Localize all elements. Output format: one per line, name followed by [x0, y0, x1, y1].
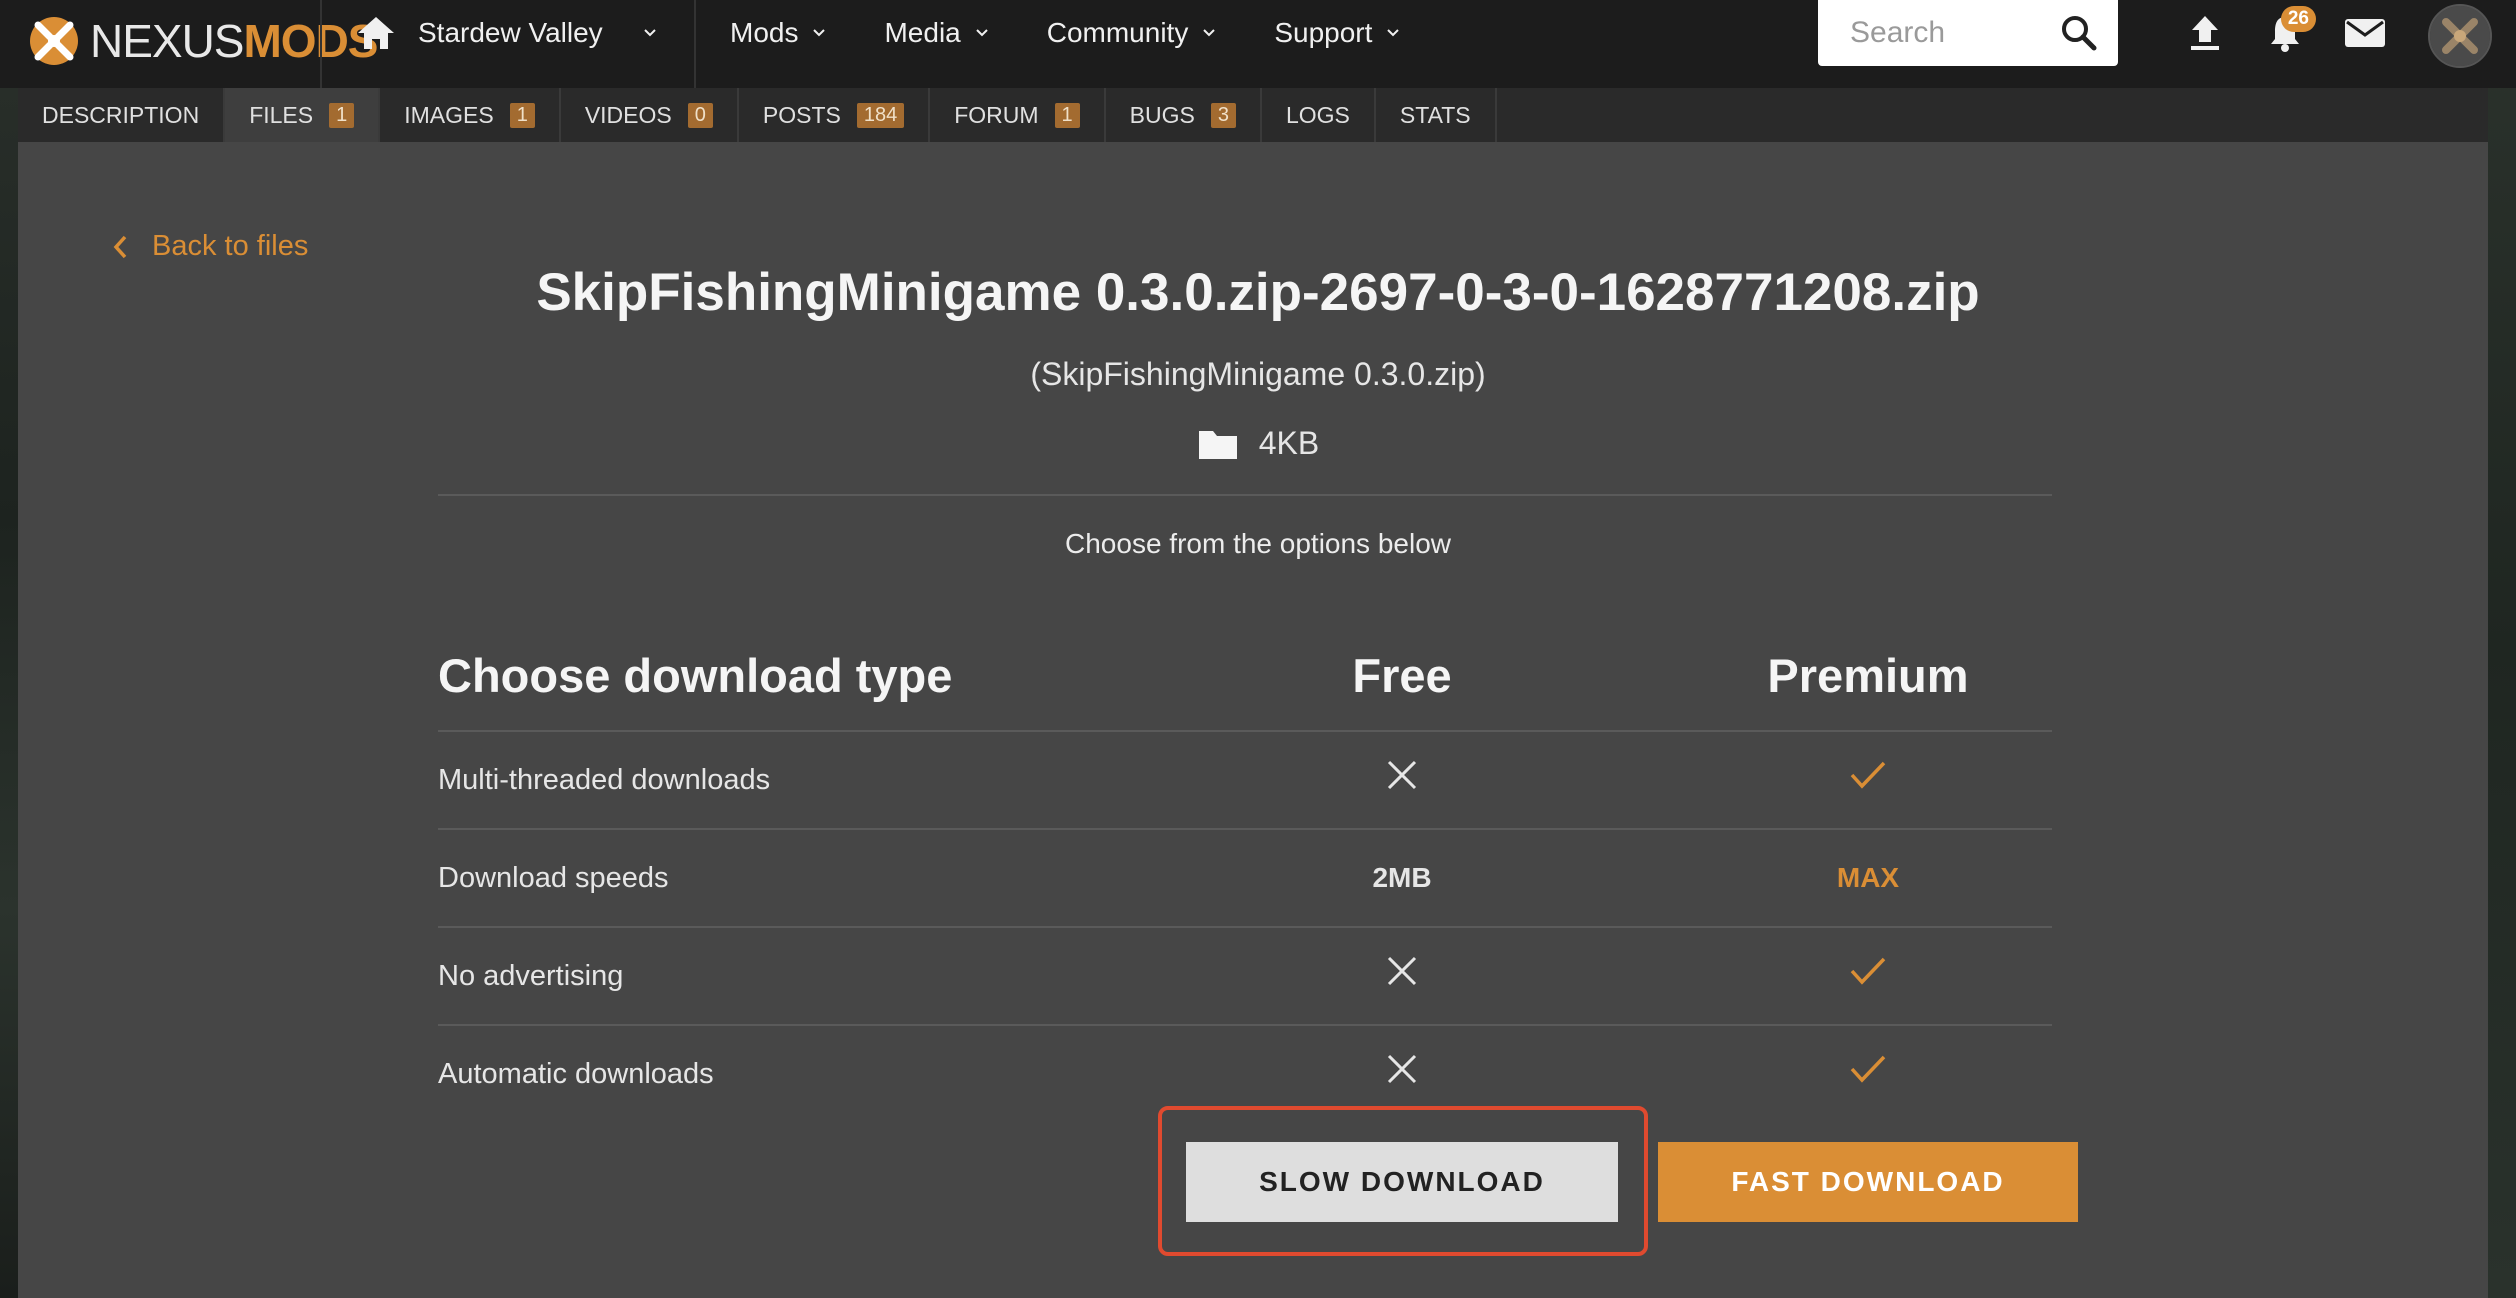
premium-speed-value: MAX: [1836, 862, 1900, 893]
chevron-down-icon: [1387, 29, 1400, 37]
logo-text-nexus: NEXUS: [90, 15, 244, 67]
tab-count: 0: [687, 102, 713, 128]
nav-divider: [320, 0, 322, 88]
main-menu: Mods Media Community Support: [730, 0, 1400, 66]
chevron-down-icon: [976, 29, 988, 37]
background-right: [2488, 0, 2516, 1298]
row-divider: [438, 828, 2052, 830]
avatar-icon: [2430, 6, 2490, 66]
user-avatar[interactable]: [2428, 4, 2492, 68]
nexus-logo-icon: [30, 17, 78, 65]
check-icon: [1808, 1052, 1928, 1091]
game-selector[interactable]: Stardew Valley: [356, 0, 657, 66]
top-nav: NEXUSMODS Stardew Valley Mods Media Comm…: [0, 0, 2516, 88]
table-header-premium: Premium: [1767, 649, 1969, 702]
back-label: Back to files: [152, 230, 309, 262]
tab-bugs[interactable]: BUGS 3: [1106, 88, 1262, 142]
choose-options-text: Choose from the options below: [1065, 528, 1451, 559]
tab-count: 1: [509, 102, 535, 128]
tab-forum[interactable]: FORUM 1: [930, 88, 1106, 142]
fast-download-button[interactable]: FAST DOWNLOAD: [1658, 1142, 2078, 1222]
row-divider: [438, 926, 2052, 928]
tab-description[interactable]: DESCRIPTION: [18, 88, 226, 142]
search-icon[interactable]: [2060, 14, 2098, 52]
cross-icon: [1342, 954, 1462, 993]
mod-tabs: DESCRIPTION FILES 1 IMAGES 1 VIDEOS 0 POSTS…: [18, 88, 2488, 142]
tab-images[interactable]: IMAGES 1: [380, 88, 561, 142]
notifications-button[interactable]: 26: [2260, 6, 2316, 58]
row-label: No advertising: [438, 960, 624, 992]
row-label: Multi-threaded downloads: [438, 764, 771, 796]
search-input[interactable]: [1818, 15, 2052, 51]
menu-support[interactable]: Support: [1274, 17, 1400, 49]
chevron-down-icon: [813, 29, 826, 37]
chevron-left-icon: [113, 235, 127, 258]
notifications-badge: 26: [2280, 6, 2316, 32]
cross-icon: [1342, 1052, 1462, 1091]
file-size: 4KB: [0, 425, 2516, 462]
home-icon: [358, 17, 394, 49]
nexusmods-logo[interactable]: NEXUSMODS: [28, 10, 378, 72]
menu-media[interactable]: Media: [884, 17, 988, 49]
folder-icon: [1198, 430, 1237, 459]
nav-divider: [694, 0, 696, 88]
upload-icon: [2191, 16, 2219, 50]
chevron-down-icon: [643, 29, 656, 37]
slow-download-button[interactable]: SLOW DOWNLOAD: [1186, 1142, 1618, 1222]
file-size-value: 4KB: [1258, 425, 1320, 461]
row-label: Automatic downloads: [438, 1058, 714, 1090]
check-icon: [1808, 758, 1928, 797]
tab-logs[interactable]: LOGS: [1262, 88, 1376, 142]
check-icon: [1808, 954, 1928, 993]
table-header-free: Free: [1352, 649, 1452, 702]
messages-button[interactable]: [2340, 8, 2390, 58]
row-divider: [438, 730, 2052, 732]
background-left: [0, 0, 18, 1298]
game-name: Stardew Valley: [418, 17, 603, 48]
divider: [438, 494, 2052, 496]
menu-mods[interactable]: Mods: [730, 17, 826, 49]
chevron-down-icon: [1203, 29, 1216, 37]
tab-count: 3: [1210, 102, 1236, 128]
tab-count: 184: [856, 102, 905, 128]
upload-button[interactable]: [2180, 8, 2230, 58]
row-divider: [438, 1024, 2052, 1026]
tab-videos[interactable]: VIDEOS 0: [561, 88, 739, 142]
free-speed-value: 2MB: [1372, 862, 1432, 893]
back-to-files-link[interactable]: Back to files: [112, 230, 308, 263]
tab-posts[interactable]: POSTS 184: [739, 88, 931, 142]
tab-count: 1: [329, 102, 355, 128]
menu-community[interactable]: Community: [1047, 17, 1217, 49]
mail-icon: [2345, 19, 2385, 47]
table-header-type: Choose download type: [438, 649, 953, 702]
row-label: Download speeds: [438, 862, 669, 894]
tab-stats[interactable]: STATS: [1376, 88, 1497, 142]
tab-count: 1: [1054, 102, 1080, 128]
file-title: SkipFishingMinigame 0.3.0.zip-2697-0-3-0…: [536, 263, 1980, 322]
tab-files[interactable]: FILES 1: [225, 88, 381, 142]
file-original-name: (SkipFishingMinigame 0.3.0.zip): [1030, 356, 1486, 392]
search-box: [1818, 0, 2118, 66]
cross-icon: [1342, 758, 1462, 797]
